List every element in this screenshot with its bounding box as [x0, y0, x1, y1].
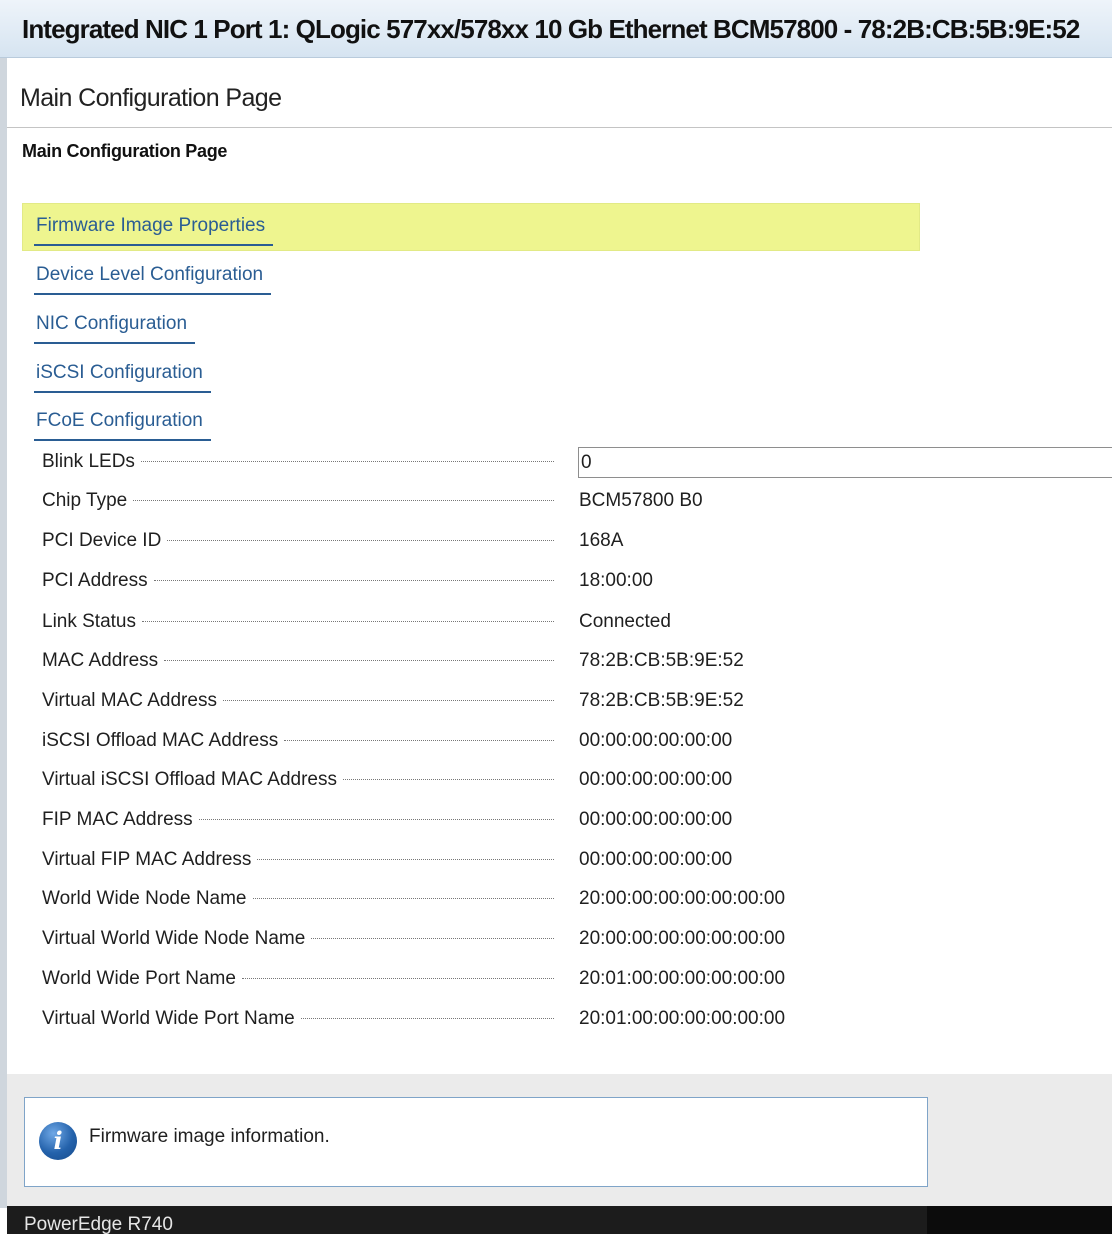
- dot-leader: [140, 461, 554, 462]
- field-label-virtual-wwpn: Virtual World Wide Port Name: [42, 1008, 554, 1030]
- page-subtitle: Main Configuration Page: [22, 141, 228, 161]
- field-label-wwpn: World Wide Port Name: [42, 968, 554, 990]
- field-label-chip-type: Chip Type: [42, 490, 554, 512]
- field-label-text: Link Status: [42, 611, 136, 632]
- field-label-mac-address: MAC Address: [42, 650, 554, 672]
- link-device-level-configuration[interactable]: Device Level Configuration: [33, 264, 272, 295]
- help-message-text: Firmware image information.: [89, 1126, 330, 1147]
- field-label-text: Blink LEDs: [42, 451, 135, 472]
- field-value-pci-device-id: 168A: [579, 530, 624, 551]
- dot-leader: [284, 740, 554, 741]
- field-value-wwpn: 20:01:00:00:00:00:00:00: [579, 968, 786, 989]
- field-label-text: Virtual iSCSI Offload MAC Address: [42, 769, 337, 790]
- dot-leader: [300, 1018, 554, 1019]
- field-label-blink-leds: Blink LEDs: [42, 451, 554, 473]
- header-divider: [7, 127, 1112, 128]
- field-label-virtual-fip-mac: Virtual FIP MAC Address: [42, 849, 554, 871]
- info-icon: i: [39, 1122, 77, 1160]
- field-label-text: Virtual MAC Address: [42, 690, 217, 711]
- field-label-virtual-iscsi-offload-mac: Virtual iSCSI Offload MAC Address: [42, 769, 554, 791]
- dot-leader: [142, 621, 554, 622]
- window-title: Integrated NIC 1 Port 1: QLogic 577xx/57…: [22, 14, 1080, 44]
- page-title: Main Configuration Page: [20, 84, 282, 112]
- field-value-mac-address: 78:2B:CB:5B:9E:52: [579, 650, 744, 671]
- field-label-text: FIP MAC Address: [42, 809, 193, 830]
- dot-leader: [311, 938, 554, 939]
- field-value-virtual-fip-mac: 00:00:00:00:00:00: [579, 849, 733, 870]
- status-bar-right-segment: [927, 1206, 1112, 1234]
- status-bar: PowerEdge R740: [7, 1206, 1112, 1235]
- window-title-bar: Integrated NIC 1 Port 1: QLogic 577xx/57…: [0, 0, 1112, 58]
- field-value-pci-address: 18:00:00: [579, 570, 653, 591]
- field-label-text: Virtual World Wide Port Name: [42, 1008, 295, 1029]
- left-edge-border: [0, 58, 7, 1208]
- field-label-text: World Wide Port Name: [42, 968, 236, 989]
- field-value-wwnn: 20:00:00:00:00:00:00:00: [579, 888, 786, 909]
- field-value-virtual-wwnn: 20:00:00:00:00:00:00:00: [579, 928, 786, 949]
- field-label-text: Chip Type: [42, 490, 128, 511]
- dot-leader: [167, 540, 554, 541]
- field-label-text: PCI Address: [42, 570, 148, 591]
- field-value-virtual-wwpn: 20:01:00:00:00:00:00:00: [579, 1008, 786, 1029]
- system-model-label: PowerEdge R740: [24, 1214, 173, 1235]
- dot-leader: [342, 779, 554, 780]
- dot-leader: [222, 700, 554, 701]
- field-value-virtual-iscsi-offload-mac: 00:00:00:00:00:00: [579, 769, 733, 790]
- dot-leader: [257, 859, 554, 860]
- field-label-pci-device-id: PCI Device ID: [42, 530, 554, 552]
- dot-leader: [198, 819, 554, 820]
- field-value-virtual-mac-address: 78:2B:CB:5B:9E:52: [579, 690, 744, 711]
- link-iscsi-configuration[interactable]: iSCSI Configuration: [34, 362, 211, 393]
- dot-leader: [164, 660, 554, 661]
- field-value-fip-mac: 00:00:00:00:00:00: [579, 809, 733, 830]
- help-message-box: i Firmware image information.: [24, 1097, 928, 1187]
- field-label-link-status: Link Status: [42, 611, 554, 633]
- link-firmware-image-properties[interactable]: Firmware Image Properties: [33, 215, 274, 246]
- field-label-wwnn: World Wide Node Name: [42, 888, 554, 910]
- field-label-text: iSCSI Offload MAC Address: [42, 730, 279, 751]
- field-label-iscsi-offload-mac: iSCSI Offload MAC Address: [42, 730, 554, 752]
- dot-leader: [153, 580, 554, 581]
- field-label-fip-mac: FIP MAC Address: [42, 809, 554, 831]
- field-value-link-status: Connected: [579, 611, 671, 632]
- field-label-text: World Wide Node Name: [42, 888, 247, 909]
- dot-leader: [241, 978, 554, 979]
- dot-leader: [252, 898, 554, 899]
- field-label-virtual-mac-address: Virtual MAC Address: [42, 690, 554, 712]
- field-label-text: Virtual World Wide Node Name: [42, 928, 306, 949]
- field-label-pci-address: PCI Address: [42, 570, 554, 592]
- blink-leds-input[interactable]: [578, 447, 1112, 478]
- field-value-chip-type: BCM57800 B0: [579, 490, 703, 511]
- dot-leader: [133, 500, 554, 501]
- link-fcoe-configuration[interactable]: FCoE Configuration: [34, 410, 211, 441]
- field-label-virtual-wwnn: Virtual World Wide Node Name: [42, 928, 554, 950]
- link-nic-configuration[interactable]: NIC Configuration: [33, 313, 196, 344]
- field-label-text: MAC Address: [42, 650, 159, 671]
- field-label-text: PCI Device ID: [42, 530, 162, 551]
- field-label-text: Virtual FIP MAC Address: [42, 849, 252, 870]
- field-value-iscsi-offload-mac: 00:00:00:00:00:00: [579, 730, 733, 751]
